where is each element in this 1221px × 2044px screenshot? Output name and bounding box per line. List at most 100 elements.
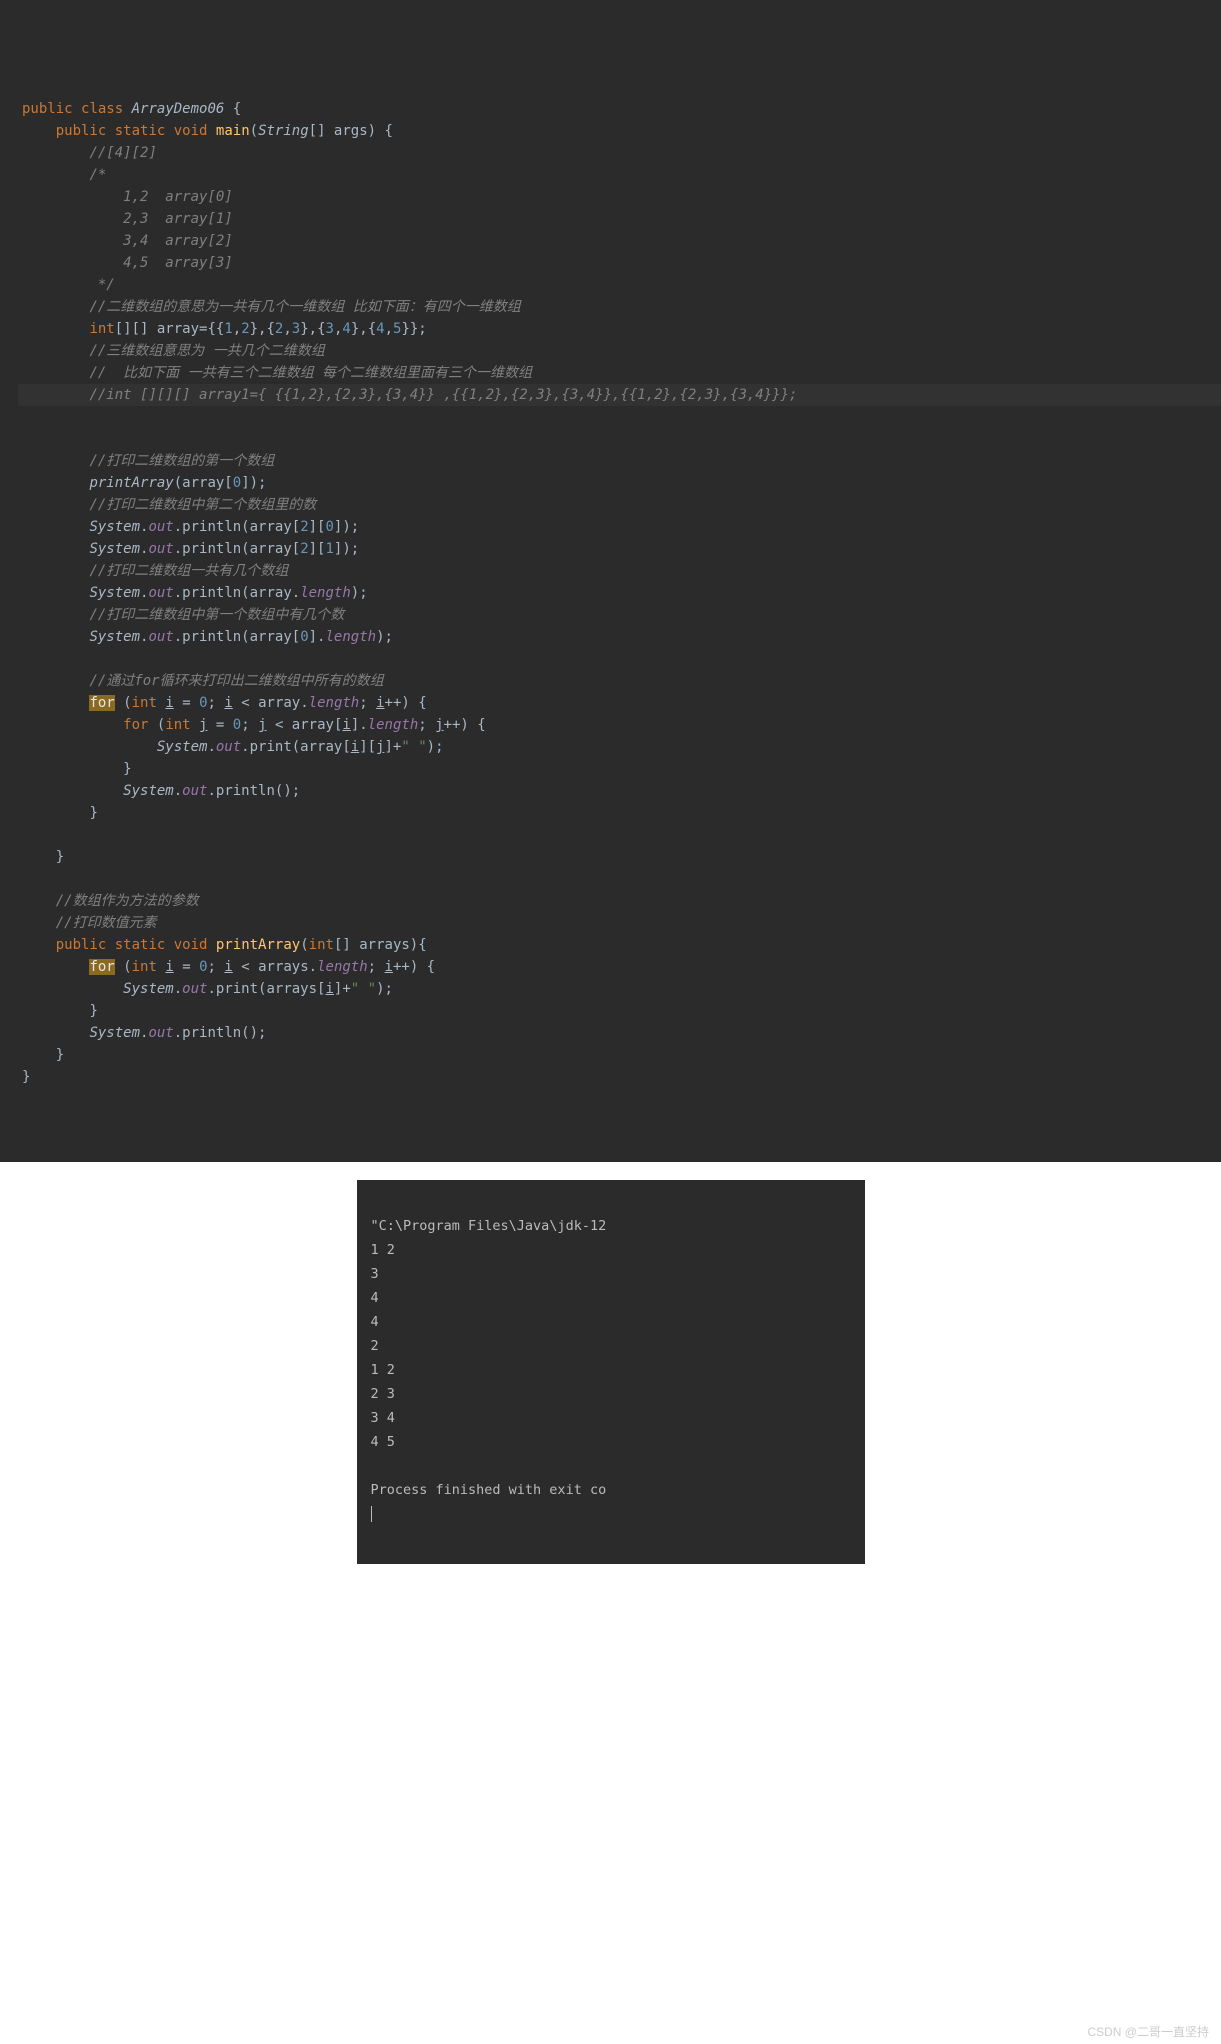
kw-public: public <box>22 101 73 117</box>
code-line: for (int j = 0; j < array[i].length; j++… <box>22 717 486 733</box>
code-line: System.out.println(array[2][1]); <box>22 541 359 557</box>
kw-int: int <box>132 959 157 975</box>
txt: ][ <box>359 739 376 755</box>
num: 1 <box>224 321 232 337</box>
comment: 2,3 array[1] <box>89 211 232 227</box>
txt: .println(array[ <box>174 519 300 535</box>
comment: //打印数值元素 <box>56 915 157 931</box>
cls-system: System <box>89 519 140 535</box>
code-line-blank <box>22 871 30 887</box>
code-line: 4,5 array[3] <box>22 255 233 271</box>
cls-system: System <box>123 981 174 997</box>
str: " " <box>401 739 426 755</box>
txt: },{ <box>351 321 376 337</box>
kw-int: int <box>309 937 334 953</box>
code-line: //打印二维数组的第一个数组 <box>22 453 274 469</box>
txt: [][] array={{ <box>115 321 225 337</box>
code-line: 1,2 array[0] <box>22 189 233 205</box>
console-line: "C:\Program Files\Java\jdk-12 <box>371 1218 607 1234</box>
dot: . <box>207 739 215 755</box>
txt: ]); <box>334 541 359 557</box>
txt: < array. <box>233 695 309 711</box>
kw-static: static <box>115 937 166 953</box>
var-i: i <box>165 959 173 975</box>
code-line: System.out.println(array.length); <box>22 585 368 601</box>
var-i: i <box>351 739 359 755</box>
txt: .println(); <box>174 1025 267 1041</box>
num: 3 <box>326 321 334 337</box>
txt: ( <box>148 717 165 733</box>
console-line: 1 2 <box>371 1362 404 1378</box>
num: 0 <box>199 959 207 975</box>
txt: ++) { <box>393 959 435 975</box>
kw-void: void <box>174 937 208 953</box>
comment: 4,5 array[3] <box>89 255 232 271</box>
txt: ]. <box>309 629 326 645</box>
code-line-blank <box>22 827 30 843</box>
comment: //通过for循环来打印出二维数组中所有的数组 <box>89 673 383 689</box>
code-line: //打印二维数组中第一个数组中有几个数 <box>22 607 344 623</box>
code-line: System.out.println(array[0].length); <box>22 629 393 645</box>
code-content: public class ArrayDemo06 { public static… <box>0 76 1221 1110</box>
code-line: 2,3 array[1] <box>22 211 233 227</box>
txt: (array[ <box>174 475 233 491</box>
code-line: //打印二维数组一共有几个数组 <box>22 563 288 579</box>
code-line: //通过for循环来打印出二维数组中所有的数组 <box>22 673 384 689</box>
brace: } <box>123 761 131 777</box>
txt: ; <box>208 695 225 711</box>
console-line: 1 2 <box>371 1242 404 1258</box>
console-line: Process finished with exit co <box>371 1482 607 1498</box>
code-line: } <box>22 1003 98 1019</box>
comment: //打印二维数组一共有几个数组 <box>89 563 288 579</box>
kw-int: int <box>89 321 114 337</box>
fld-out: out <box>182 981 207 997</box>
cursor-icon <box>371 1506 372 1522</box>
code-line: System.out.print(arrays[i]+" "); <box>22 981 393 997</box>
comment: 3,4 array[2] <box>89 233 232 249</box>
num: 2 <box>300 519 308 535</box>
txt: ][ <box>309 519 326 535</box>
num: 0 <box>233 717 241 733</box>
editor-gutter <box>0 0 18 1162</box>
code-line: public class ArrayDemo06 { <box>22 101 241 117</box>
txt: },{ <box>300 321 325 337</box>
code-line-blank <box>22 651 30 667</box>
txt: ; <box>368 959 385 975</box>
code-line: for (int i = 0; i < arrays.length; i++) … <box>22 959 435 975</box>
num: 0 <box>233 475 241 491</box>
watermark-text: CSDN @二哥一直坚持 <box>1087 2023 1209 2040</box>
code-line: int[][] array={{1,2},{2,3},{3,4},{4,5}}; <box>22 321 427 337</box>
txt: ; <box>418 717 435 733</box>
code-line: /* <box>22 167 106 183</box>
code-line: } <box>22 1069 30 1085</box>
cls-system: System <box>89 629 140 645</box>
brace: } <box>89 805 97 821</box>
txt: [] arrays){ <box>334 937 427 953</box>
comment: */ <box>89 277 114 293</box>
code-line: System.out.println(array[2][0]); <box>22 519 359 535</box>
brace: } <box>56 1047 64 1063</box>
txt: ( <box>115 959 132 975</box>
type-string: String <box>258 123 309 139</box>
txt: < arrays. <box>233 959 317 975</box>
txt: ( <box>115 695 132 711</box>
console-line: 4 <box>371 1290 379 1306</box>
class-name: ArrayDemo06 <box>132 101 225 117</box>
code-editor: public class ArrayDemo06 { public static… <box>0 0 1221 1162</box>
kw-class: class <box>81 101 123 117</box>
code-line: //打印二维数组中第二个数组里的数 <box>22 497 316 513</box>
brace: } <box>89 1003 97 1019</box>
code-line-blank <box>22 431 30 447</box>
cls-system: System <box>89 1025 140 1041</box>
kw-for: for <box>89 959 114 975</box>
txt: ]); <box>241 475 266 491</box>
txt: ); <box>351 585 368 601</box>
code-line: } <box>22 761 132 777</box>
fld-out: out <box>182 783 207 799</box>
comment: /* <box>89 167 106 183</box>
fld-out: out <box>148 519 173 535</box>
cls-system: System <box>123 783 174 799</box>
brace: { <box>233 101 241 117</box>
console-line: 2 3 <box>371 1386 404 1402</box>
var-j: j <box>435 717 443 733</box>
